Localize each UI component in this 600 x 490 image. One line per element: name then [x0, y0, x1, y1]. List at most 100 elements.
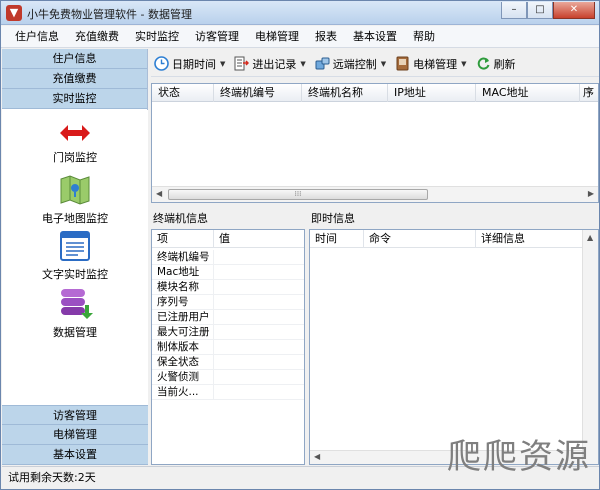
map-icon — [60, 175, 90, 205]
toolbar-refresh[interactable]: 刷新 — [476, 56, 516, 72]
toolbar-elevator-label: 电梯管理 — [413, 57, 458, 71]
menu-reports[interactable]: 报表 — [307, 27, 345, 47]
column-item[interactable]: 项 — [152, 230, 214, 248]
table-row[interactable]: 最大可注册 — [152, 325, 304, 340]
scroll-left-icon[interactable]: ◀ — [314, 452, 320, 461]
table-row[interactable]: 终端机编号 — [152, 250, 304, 265]
sidebar-item-elevator[interactable]: 电梯管理 — [2, 425, 148, 445]
scroll-thumb[interactable]: ⁞⁞⁞ — [168, 189, 428, 200]
menu-recharge[interactable]: 充值缴费 — [67, 27, 127, 47]
sidebar-tool-label: 数据管理 — [53, 326, 97, 339]
row-label: 序列号 — [152, 295, 214, 310]
database-icon — [61, 289, 93, 319]
column-details[interactable]: 详细信息 — [476, 230, 582, 248]
close-button[interactable]: ✕ — [553, 2, 595, 19]
sidebar-item-recharge[interactable]: 充值缴费 — [2, 69, 147, 89]
column-serial[interactable]: 序 — [580, 84, 598, 102]
chevron-down-icon: ▼ — [380, 59, 387, 68]
terminal-info-panel[interactable]: 项 值 终端机编号 Mac地址 模块名称 序列号 已注册用户 最大可注册 制体版… — [151, 229, 305, 465]
table-row[interactable]: Mac地址 — [152, 265, 304, 280]
terminal-grid[interactable]: 状态 终端机编号 终端机名称 IP地址 MAC地址 序 ◀ ⁞⁞⁞ ▶ — [151, 83, 599, 203]
sidebar-tool-map-monitor[interactable]: 电子地图监控 — [2, 173, 148, 226]
toolbar-elevator[interactable]: 电梯管理 ▼ — [395, 56, 467, 72]
row-label: 最大可注册 — [152, 325, 214, 340]
window-title: 小牛免费物业管理软件 - 数据管理 — [27, 8, 192, 21]
toolbar-access-records-label: 进出记录 — [252, 57, 297, 71]
row-label: Mac地址 — [152, 265, 214, 280]
column-ip-address[interactable]: IP地址 — [388, 84, 476, 102]
row-label: 制体版本 — [152, 340, 214, 355]
column-mac-address[interactable]: MAC地址 — [476, 84, 580, 102]
sidebar-bottom: 访客管理 电梯管理 基本设置 — [2, 405, 148, 465]
elevator-icon — [396, 56, 409, 71]
horizontal-scrollbar[interactable]: ◀ ⁞⁞⁞ ▶ — [152, 186, 598, 202]
toolbar-refresh-label: 刷新 — [493, 57, 516, 71]
remote-icon — [315, 57, 330, 70]
app-logo-icon: ▼ — [6, 5, 22, 21]
table-row[interactable]: 保全状态 — [152, 355, 304, 370]
toolbar-access-records[interactable]: 进出记录 ▼ — [234, 56, 306, 72]
scroll-up-icon[interactable]: ▲ — [587, 233, 593, 242]
table-row[interactable]: 已注册用户 — [152, 310, 304, 325]
sidebar-tool-label: 文字实时监控 — [42, 268, 108, 281]
toolbar-remote-control[interactable]: 远端控制 ▼ — [315, 56, 386, 72]
sidebar-item-settings[interactable]: 基本设置 — [2, 445, 148, 465]
menu-visitors[interactable]: 访客管理 — [187, 27, 247, 47]
sidebar-tools: 门岗监控 电子地图监控 文字实时监控 数据管理 — [2, 110, 148, 406]
row-label: 保全状态 — [152, 355, 214, 370]
sidebar-item-residents[interactable]: 住户信息 — [2, 49, 147, 69]
row-label: 模块名称 — [152, 280, 214, 295]
row-label: 已注册用户 — [152, 310, 214, 325]
column-terminal-id[interactable]: 终端机编号 — [214, 84, 302, 102]
live-info-header: 时间 命令 详细信息 — [310, 230, 582, 248]
maximize-button[interactable]: □ — [527, 2, 553, 19]
live-info-label: 即时信息 — [311, 212, 355, 225]
chevron-down-icon: ▼ — [220, 59, 226, 68]
terminal-info-header: 项 值 — [152, 230, 304, 248]
menu-settings[interactable]: 基本设置 — [345, 27, 405, 47]
toolbar-datetime-label: 日期时间 — [172, 57, 216, 71]
minimize-button[interactable]: – — [501, 2, 527, 19]
scroll-right-icon[interactable]: ▶ — [588, 189, 594, 198]
row-label: 当前火... — [152, 385, 214, 400]
records-icon — [234, 56, 250, 71]
column-command[interactable]: 命令 — [364, 230, 476, 248]
sidebar-item-visitors[interactable]: 访客管理 — [2, 405, 148, 425]
menu-residents[interactable]: 住户信息 — [7, 27, 67, 47]
sidebar-tool-data-management[interactable]: 数据管理 — [2, 285, 148, 340]
menu-help[interactable]: 帮助 — [405, 27, 443, 47]
table-row[interactable]: 序列号 — [152, 295, 304, 310]
sidebar-tool-text-monitor[interactable]: 文字实时监控 — [2, 229, 148, 282]
table-row[interactable]: 模块名称 — [152, 280, 304, 295]
toolbar-datetime[interactable]: 日期时间 ▼ — [154, 56, 225, 72]
sidebar-tool-label: 门岗监控 — [53, 151, 97, 164]
terminal-grid-header: 状态 终端机编号 终端机名称 IP地址 MAC地址 序 — [152, 84, 598, 102]
document-icon — [60, 231, 90, 261]
row-label: 终端机编号 — [152, 250, 214, 265]
column-value[interactable]: 值 — [214, 230, 304, 248]
double-arrow-icon — [60, 125, 90, 141]
menu-elevator[interactable]: 电梯管理 — [247, 27, 307, 47]
terminal-info-label: 终端机信息 — [153, 212, 208, 225]
sidebar-item-monitor[interactable]: 实时监控 — [2, 89, 147, 109]
refresh-icon — [477, 57, 490, 70]
clock-icon — [154, 56, 169, 71]
table-row[interactable]: 制体版本 — [152, 340, 304, 355]
menu-monitor[interactable]: 实时监控 — [127, 27, 187, 47]
chevron-down-icon: ▼ — [300, 59, 306, 68]
column-time[interactable]: 时间 — [310, 230, 364, 248]
sidebar-tool-label: 电子地图监控 — [42, 212, 108, 225]
row-label: 火警侦测 — [152, 370, 214, 385]
sidebar: 住户信息 充值缴费 实时监控 门岗监控 电子地图监控 文字实时监控 数据管理 访… — [2, 49, 148, 465]
app-window: ▼ 小牛免费物业管理软件 - 数据管理 – □ ✕ 住户信息 充值缴费 实时监控… — [0, 0, 600, 490]
table-row[interactable]: 火警侦测 — [152, 370, 304, 385]
table-row[interactable]: 当前火... — [152, 385, 304, 400]
toolbar-remote-control-label: 远端控制 — [332, 57, 377, 71]
column-status[interactable]: 状态 — [152, 84, 214, 102]
title-bar[interactable]: ▼ 小牛免费物业管理软件 - 数据管理 – □ ✕ — [1, 1, 599, 25]
sidebar-tool-gate-monitor[interactable]: 门岗监控 — [2, 120, 148, 165]
chevron-down-icon: ▼ — [461, 59, 467, 68]
column-terminal-name[interactable]: 终端机名称 — [302, 84, 388, 102]
window-controls: – □ ✕ — [501, 2, 595, 19]
scroll-left-icon[interactable]: ◀ — [156, 189, 162, 198]
